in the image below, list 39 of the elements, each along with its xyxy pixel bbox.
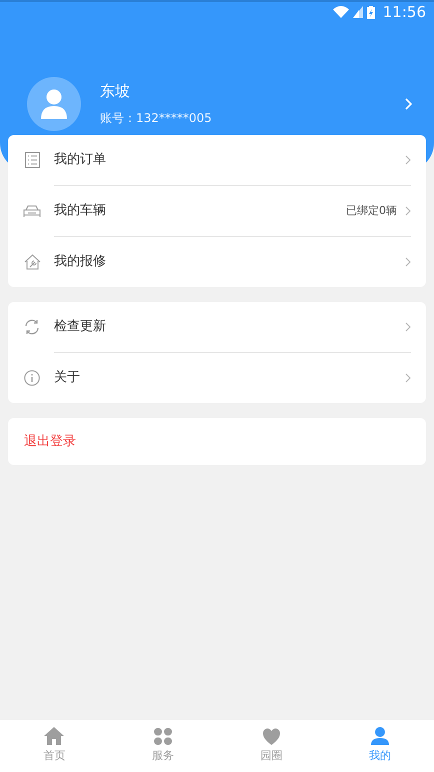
heart-icon bbox=[262, 728, 280, 745]
menu-label: 我的报修 bbox=[54, 253, 107, 272]
tab-item[interactable]: 服务 bbox=[108, 720, 217, 772]
list-icon bbox=[24, 152, 40, 168]
profile-row[interactable]: 东坡 账号：132*****005 bbox=[0, 75, 434, 133]
menu-label: 关于 bbox=[54, 369, 81, 388]
menu-label: 我的订单 bbox=[54, 151, 107, 170]
menu-item[interactable]: 我的订单 bbox=[8, 135, 426, 185]
menu-label: 我的车辆 bbox=[54, 202, 107, 220]
battery-icon bbox=[366, 6, 375, 18]
refresh-icon bbox=[24, 319, 40, 335]
avatar-icon bbox=[27, 77, 81, 131]
person-icon bbox=[370, 727, 389, 746]
car-icon bbox=[23, 205, 41, 217]
tab-item[interactable]: 园圈 bbox=[217, 720, 326, 772]
status-time: 11:56 bbox=[382, 2, 426, 23]
account-number: 账号：132*****005 bbox=[100, 110, 213, 127]
logout-button[interactable]: 退出登录 bbox=[8, 418, 426, 465]
grid-icon bbox=[154, 728, 172, 745]
tab-item[interactable]: 首页 bbox=[0, 720, 108, 772]
chevron-icon bbox=[405, 155, 411, 165]
menu-label: 检查更新 bbox=[54, 318, 107, 336]
wifi-icon bbox=[332, 6, 349, 18]
chevron-icon bbox=[405, 257, 411, 267]
menu-item[interactable]: 检查更新 bbox=[8, 302, 426, 352]
chevron-icon bbox=[405, 373, 411, 383]
info-icon bbox=[24, 370, 40, 386]
signal-icon bbox=[352, 6, 363, 18]
user-name: 东坡 bbox=[100, 81, 131, 101]
menu-item[interactable]: 我的车辆 已绑定0辆 bbox=[8, 186, 426, 236]
menu-detail: 已绑定0辆 bbox=[346, 202, 397, 219]
menu-item[interactable]: 我的报修 bbox=[8, 237, 426, 287]
house-icon bbox=[44, 727, 64, 746]
menu-item[interactable]: 关于 bbox=[8, 353, 426, 403]
house-wrench-icon bbox=[24, 254, 40, 270]
chevron-icon bbox=[405, 98, 412, 110]
chevron-icon bbox=[405, 206, 411, 216]
tab-item[interactable]: 我的 bbox=[326, 720, 434, 772]
chevron-icon bbox=[405, 322, 411, 332]
